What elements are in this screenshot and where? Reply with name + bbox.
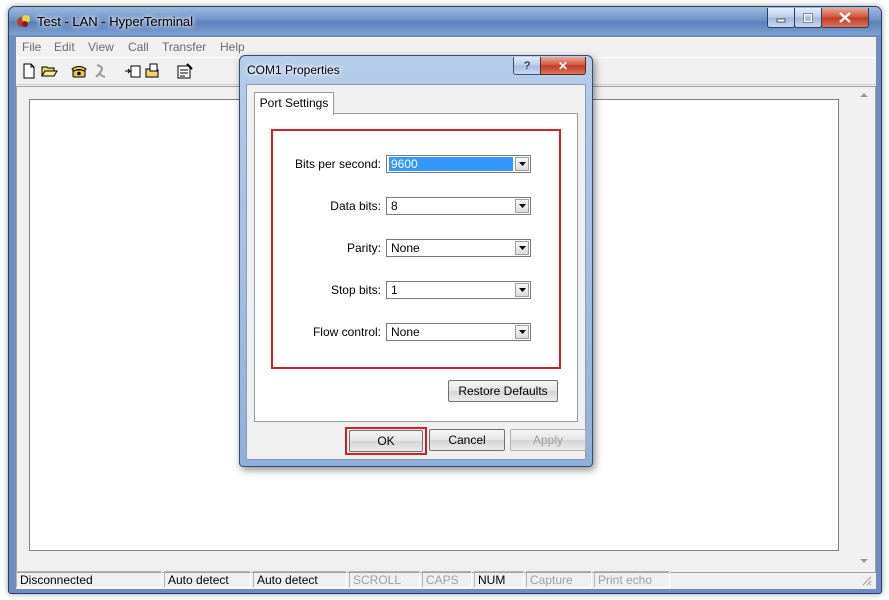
minimize-button[interactable] <box>767 8 795 28</box>
data-bits-select[interactable]: 8 <box>386 197 531 215</box>
hyperterminal-app-icon <box>17 15 30 27</box>
receive-icon[interactable] <box>144 62 162 80</box>
menu-view[interactable]: View <box>88 40 114 54</box>
maximize-button[interactable] <box>794 8 822 28</box>
menu-help[interactable]: Help <box>220 40 245 54</box>
status-detect-1: Auto detect <box>164 571 251 588</box>
properties-icon[interactable] <box>176 62 194 80</box>
tab-port-settings[interactable]: Port Settings <box>254 92 334 115</box>
flow-control-value: None <box>391 325 420 339</box>
data-bits-label: Data bits: <box>330 199 381 213</box>
status-connection: Disconnected <box>16 571 162 588</box>
restore-defaults-button[interactable]: Restore Defaults <box>448 380 558 402</box>
menu-file[interactable]: File <box>22 40 41 54</box>
new-icon[interactable] <box>20 62 38 80</box>
menu-transfer[interactable]: Transfer <box>162 40 206 54</box>
apply-button[interactable]: Apply <box>510 429 586 451</box>
flow-control-select[interactable]: None <box>386 323 531 341</box>
help-icon: ? <box>523 59 531 72</box>
chevron-down-icon[interactable] <box>515 157 529 171</box>
title-bar[interactable]: Test - LAN - HyperTerminal <box>9 7 881 35</box>
flow-control-label: Flow control: <box>312 325 381 339</box>
status-detect-2: Auto detect <box>253 571 347 588</box>
menu-bar: File Edit View Call Transfer Help <box>16 37 876 57</box>
parity-label: Parity: <box>346 241 381 255</box>
chevron-down-icon[interactable] <box>515 199 529 213</box>
bits-per-second-select[interactable]: 9600 <box>386 155 531 173</box>
bits-per-second-value: 9600 <box>389 157 513 171</box>
stop-bits-select[interactable]: 1 <box>386 281 531 299</box>
maximize-icon <box>803 12 813 23</box>
com1-properties-dialog: COM1 Properties ? ✕ Port Settings Bits p… <box>239 55 593 467</box>
cancel-button[interactable]: Cancel <box>429 429 505 451</box>
dialog-body: Port Settings Bits per second: 9600 Data… <box>246 84 586 460</box>
scroll-down-icon[interactable] <box>859 557 869 565</box>
chevron-down-icon[interactable] <box>515 283 529 297</box>
menu-call[interactable]: Call <box>128 40 149 54</box>
dialog-close-button[interactable]: ✕ <box>540 57 586 75</box>
vertical-scrollbar[interactable] <box>855 87 873 570</box>
disconnect-icon[interactable] <box>92 62 110 80</box>
ok-button-highlight: OK <box>345 427 427 455</box>
port-settings-highlight: Bits per second: 9600 Data bits: 8 Parit… <box>271 129 561 369</box>
stop-bits-value: 1 <box>391 283 398 297</box>
menu-edit[interactable]: Edit <box>54 40 75 54</box>
open-icon[interactable] <box>40 62 58 80</box>
minimize-icon <box>776 18 786 22</box>
status-capture: Capture <box>526 571 592 588</box>
dialog-help-button[interactable]: ? <box>513 57 541 75</box>
close-button[interactable] <box>821 8 869 28</box>
stop-bits-label: Stop bits: <box>330 283 381 297</box>
resize-grip-icon[interactable] <box>860 574 872 586</box>
ok-button[interactable]: OK <box>349 430 423 452</box>
chevron-down-icon[interactable] <box>515 241 529 255</box>
port-settings-panel: Bits per second: 9600 Data bits: 8 Parit… <box>254 113 578 422</box>
send-icon[interactable] <box>124 62 142 80</box>
close-icon: ✕ <box>557 58 569 73</box>
parity-select[interactable]: None <box>386 239 531 257</box>
chevron-down-icon[interactable] <box>515 325 529 339</box>
status-scroll: SCROLL <box>349 571 420 588</box>
bits-per-second-label: Bits per second: <box>294 157 381 171</box>
phone-icon[interactable] <box>70 62 88 80</box>
close-icon <box>839 12 851 23</box>
scroll-up-icon[interactable] <box>859 91 869 99</box>
data-bits-value: 8 <box>391 199 398 213</box>
parity-value: None <box>391 241 420 255</box>
window-title: Test - LAN - HyperTerminal <box>37 14 194 29</box>
status-num: NUM <box>474 571 524 588</box>
status-bar: Disconnected Auto detect Auto detect SCR… <box>16 570 876 589</box>
dialog-title: COM1 Properties <box>247 63 340 77</box>
status-caps: CAPS <box>422 571 472 588</box>
status-print-echo: Print echo <box>594 571 670 588</box>
